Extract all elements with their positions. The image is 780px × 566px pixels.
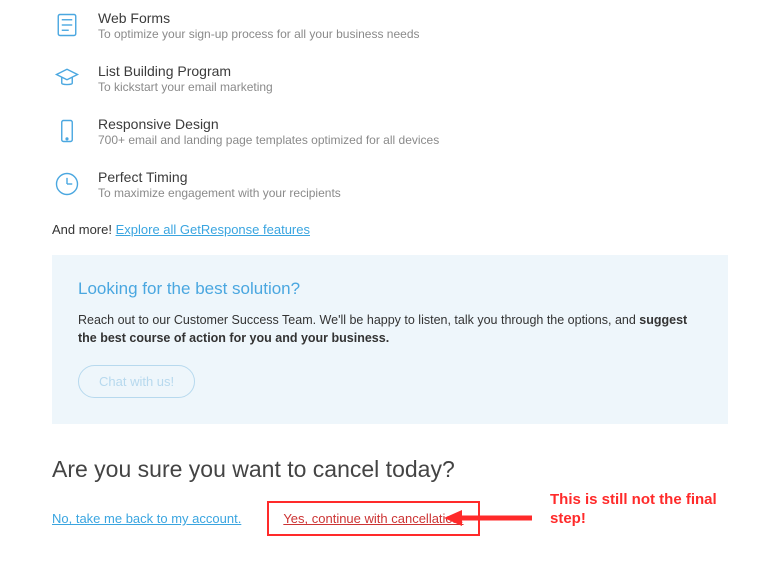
feature-title: Perfect Timing (98, 169, 341, 185)
form-icon (52, 10, 82, 40)
no-take-me-back-link[interactable]: No, take me back to my account. (52, 511, 241, 526)
chat-with-us-button[interactable]: Chat with us! (78, 365, 195, 398)
feature-web-forms: Web Forms To optimize your sign-up proce… (52, 10, 728, 41)
feature-responsive-design: Responsive Design 700+ email and landing… (52, 116, 728, 147)
clock-icon (52, 169, 82, 199)
cancel-heading: Are you sure you want to cancel today? (52, 456, 728, 483)
and-more-line: And more! Explore all GetResponse featur… (52, 222, 728, 237)
feature-title: List Building Program (98, 63, 273, 79)
feature-perfect-timing: Perfect Timing To maximize engagement wi… (52, 169, 728, 200)
cancel-action-row: No, take me back to my account. Yes, con… (52, 501, 728, 536)
feature-list-building: List Building Program To kickstart your … (52, 63, 728, 94)
panel-body: Reach out to our Customer Success Team. … (78, 311, 702, 347)
explore-features-link[interactable]: Explore all GetResponse features (116, 222, 310, 237)
annotation-arrow-icon (444, 507, 534, 529)
yes-continue-cancellation-link[interactable]: Yes, continue with cancellation. (283, 511, 463, 526)
panel-title: Looking for the best solution? (78, 279, 702, 299)
panel-body-prefix: Reach out to our Customer Success Team. … (78, 313, 639, 327)
feature-title: Responsive Design (98, 116, 439, 132)
feature-desc: To kickstart your email marketing (98, 80, 273, 94)
mobile-icon (52, 116, 82, 146)
feature-desc: To maximize engagement with your recipie… (98, 186, 341, 200)
graduation-cap-icon (52, 63, 82, 93)
help-panel: Looking for the best solution? Reach out… (52, 255, 728, 424)
and-more-prefix: And more! (52, 222, 116, 237)
feature-desc: 700+ email and landing page templates op… (98, 133, 439, 147)
feature-title: Web Forms (98, 10, 420, 26)
feature-desc: To optimize your sign-up process for all… (98, 27, 420, 41)
annotation-text: This is still not the final step! (550, 491, 720, 529)
